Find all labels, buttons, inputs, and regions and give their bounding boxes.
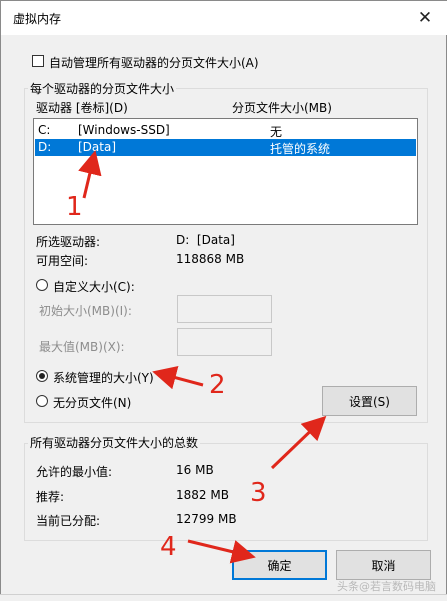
arrow-4 xyxy=(187,539,256,564)
annotation-number-3: 3 xyxy=(250,478,267,508)
annotation-overlay xyxy=(78,150,327,564)
annotation-number-1: 1 xyxy=(66,192,83,222)
arrow-3 xyxy=(270,415,327,470)
arrow-1 xyxy=(78,150,102,199)
arrow-2 xyxy=(152,366,204,390)
annotation-number-2: 2 xyxy=(209,370,226,400)
annotation-number-4: 4 xyxy=(160,532,177,562)
